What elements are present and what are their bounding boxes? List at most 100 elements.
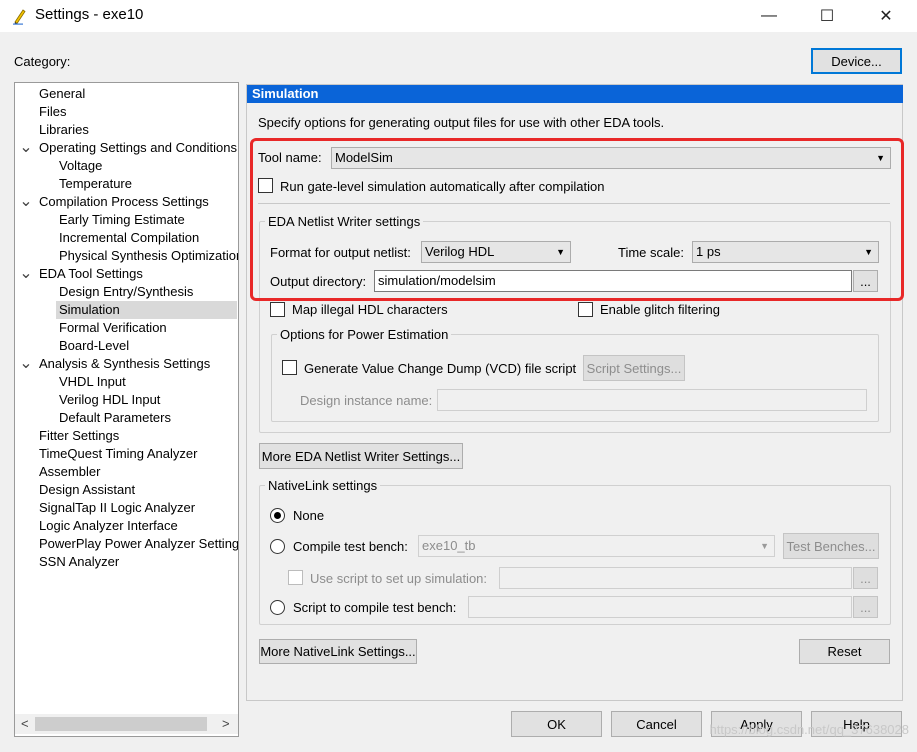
- test-benches-button[interactable]: Test Benches...: [783, 533, 879, 559]
- tree-item-label: TimeQuest Timing Analyzer: [39, 446, 198, 461]
- tree-item[interactable]: Libraries: [36, 121, 89, 139]
- tree-item-label: Incremental Compilation: [59, 230, 200, 245]
- tree-item-label: Simulation: [59, 302, 120, 317]
- tree-item[interactable]: TimeQuest Timing Analyzer: [36, 445, 197, 463]
- use-script-label: Use script to set up simulation:: [310, 571, 488, 586]
- chevron-down-icon[interactable]: ⌄: [19, 193, 32, 211]
- tree-item[interactable]: Verilog HDL Input: [56, 391, 160, 409]
- tree-item-label: Board-Level: [59, 338, 130, 353]
- tree-item[interactable]: SignalTap II Logic Analyzer: [36, 499, 195, 517]
- vcd-checkbox[interactable]: [282, 360, 297, 375]
- tree-item[interactable]: Files: [36, 103, 66, 121]
- tree-item-label: Compilation Process Settings: [39, 194, 209, 209]
- tree-item[interactable]: VHDL Input: [56, 373, 126, 391]
- minimize-button[interactable]: —: [746, 0, 792, 32]
- scroll-left-icon[interactable]: <: [21, 716, 29, 731]
- script-settings-button[interactable]: Script Settings...: [583, 355, 685, 381]
- tree-item[interactable]: General: [36, 85, 85, 103]
- radio-selected-dot: [274, 512, 281, 519]
- tree-item[interactable]: Temperature: [56, 175, 132, 193]
- highlight-annotation: [250, 138, 904, 301]
- tree-item[interactable]: Early Timing Estimate: [56, 211, 185, 229]
- tree-item-label: SignalTap II Logic Analyzer: [39, 500, 196, 515]
- tree-item-label: Temperature: [59, 176, 132, 191]
- reset-button[interactable]: Reset: [799, 639, 890, 664]
- scroll-right-icon[interactable]: >: [222, 716, 230, 731]
- tree-item[interactable]: Board-Level: [56, 337, 129, 355]
- script-compile-label: Script to compile test bench:: [293, 600, 457, 615]
- compile-test-bench-radio[interactable]: [270, 539, 285, 554]
- use-script-browse-button[interactable]: ...: [853, 567, 878, 589]
- power-estimation-group-label: Options for Power Estimation: [277, 327, 452, 343]
- tree-item-label: Assembler: [39, 464, 101, 479]
- tree-item-label: Voltage: [59, 158, 103, 173]
- scrollbar-thumb[interactable]: [35, 717, 207, 731]
- dropdown-arrow-icon: ▼: [760, 541, 769, 551]
- tree-item[interactable]: Logic Analyzer Interface: [36, 517, 178, 535]
- tree-item-label: Default Parameters: [59, 410, 171, 425]
- design-instance-input[interactable]: [437, 389, 867, 411]
- tree-item[interactable]: SSN Analyzer: [36, 553, 119, 571]
- tree-item[interactable]: Fitter Settings: [36, 427, 119, 445]
- tree-item-label: Physical Synthesis Optimization: [59, 248, 238, 263]
- tree-item[interactable]: Simulation: [56, 301, 237, 319]
- device-button[interactable]: Device...: [811, 48, 902, 74]
- chevron-down-icon[interactable]: ⌄: [19, 265, 32, 283]
- chevron-down-icon[interactable]: ⌄: [19, 139, 32, 157]
- tree-item-label: VHDL Input: [59, 374, 126, 389]
- tree-item-label: General: [39, 86, 86, 101]
- tree-item[interactable]: Voltage: [56, 157, 102, 175]
- nativelink-group-label: NativeLink settings: [265, 478, 381, 494]
- maximize-icon: ☐: [819, 8, 835, 25]
- ok-button[interactable]: OK: [511, 711, 602, 737]
- tree-item-label: Libraries: [39, 122, 89, 137]
- tree-item-label: Verilog HDL Input: [59, 392, 161, 407]
- close-icon: ✕: [879, 8, 893, 25]
- map-illegal-checkbox[interactable]: [270, 302, 285, 317]
- tree-item[interactable]: Incremental Compilation: [56, 229, 199, 247]
- tree-item-label: Fitter Settings: [39, 428, 120, 443]
- tree-item-label: Operating Settings and Conditions: [39, 140, 238, 155]
- tree-horizontal-scrollbar[interactable]: < >: [15, 714, 238, 734]
- more-nativelink-settings-button[interactable]: More NativeLink Settings...: [259, 639, 417, 664]
- tree-item[interactable]: Formal Verification: [56, 319, 167, 337]
- tree-item[interactable]: PowerPlay Power Analyzer Settings: [36, 535, 238, 553]
- glitch-filtering-checkbox[interactable]: [578, 302, 593, 317]
- tree-item-label: Files: [39, 104, 67, 119]
- panel-description: Specify options for generating output fi…: [258, 115, 665, 130]
- tree-item[interactable]: Design Entry/Synthesis: [56, 283, 193, 301]
- compile-test-bench-select[interactable]: exe10_tb ▼: [418, 535, 775, 557]
- tree-item-label: EDA Tool Settings: [39, 266, 143, 281]
- tree-item-label: Logic Analyzer Interface: [39, 518, 178, 533]
- tree-item[interactable]: Assembler: [36, 463, 100, 481]
- compile-test-bench-label: Compile test bench:: [293, 539, 408, 554]
- category-tree-items: General Files Libraries Operating Settings …: [0, 0, 238, 712]
- compile-test-bench-value: exe10_tb: [422, 538, 476, 553]
- tree-item[interactable]: Analysis & Synthesis Settings: [36, 355, 210, 373]
- tree-item[interactable]: Physical Synthesis Optimization: [56, 247, 238, 265]
- tree-item[interactable]: Operating Settings and Conditions: [36, 139, 237, 157]
- close-button[interactable]: ✕: [863, 0, 909, 32]
- cancel-button[interactable]: Cancel: [611, 711, 702, 737]
- design-instance-label: Design instance name:: [300, 393, 433, 408]
- tree-item-label: Design Entry/Synthesis: [59, 284, 194, 299]
- tree-item-label: Design Assistant: [39, 482, 136, 497]
- script-compile-radio[interactable]: [270, 600, 285, 615]
- watermark: https://blog.csdn.net/qq_37638028: [709, 722, 910, 737]
- tree-item[interactable]: Compilation Process Settings: [36, 193, 209, 211]
- script-compile-input[interactable]: [468, 596, 852, 618]
- none-radio[interactable]: [270, 508, 285, 523]
- more-netlist-settings-button[interactable]: More EDA Netlist Writer Settings...: [259, 443, 463, 469]
- script-compile-browse-button[interactable]: ...: [853, 596, 878, 618]
- map-illegal-label: Map illegal HDL characters: [292, 302, 448, 317]
- tree-item[interactable]: Design Assistant: [36, 481, 135, 499]
- tree-item[interactable]: Default Parameters: [56, 409, 171, 427]
- tree-item-label: PowerPlay Power Analyzer Settings: [39, 536, 238, 551]
- tree-item[interactable]: EDA Tool Settings: [36, 265, 143, 283]
- maximize-button[interactable]: ☐: [804, 0, 850, 32]
- use-script-checkbox[interactable]: [288, 570, 303, 585]
- tree-item-label: Formal Verification: [59, 320, 167, 335]
- panel-title: Simulation: [247, 85, 903, 103]
- use-script-input[interactable]: [499, 567, 852, 589]
- chevron-down-icon[interactable]: ⌄: [19, 355, 32, 373]
